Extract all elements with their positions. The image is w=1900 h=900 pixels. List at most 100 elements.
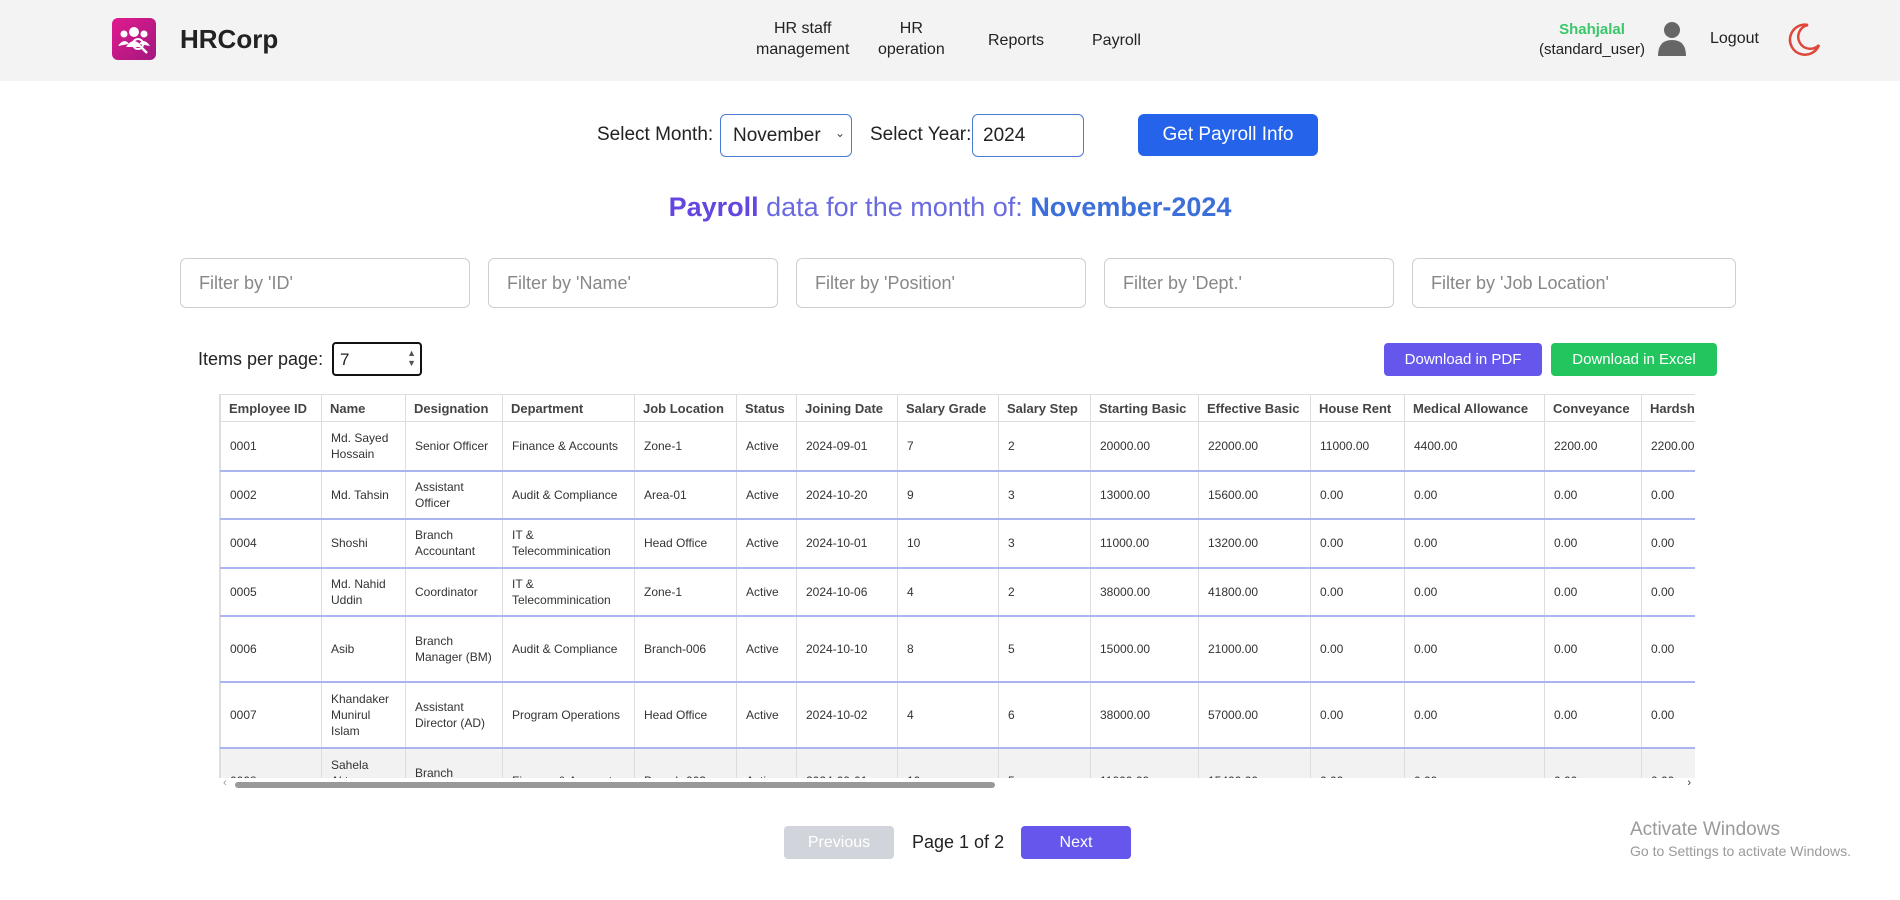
table-cell: 0.00 xyxy=(1404,470,1545,520)
payroll-table-container: Employee ID Name Designation Department Job … xyxy=(219,394,1695,778)
table-cell: Head Office xyxy=(634,681,737,749)
table-cell: Assistant Director (AD) xyxy=(405,681,503,749)
table-cell: 15000.00 xyxy=(1090,615,1199,683)
scrollbar-thumb[interactable] xyxy=(235,782,995,788)
table-cell: 15400.00 xyxy=(1198,747,1311,778)
download-pdf-button[interactable]: Download in PDF xyxy=(1384,343,1542,376)
table-cell: 0.00 xyxy=(1641,747,1695,778)
nav-item-hr-staff-management[interactable]: HR staff management xyxy=(756,18,849,60)
download-excel-button[interactable]: Download in Excel xyxy=(1551,343,1717,376)
column-header: Joining Date xyxy=(796,394,898,422)
table-horizontal-scrollbar[interactable]: ‹ › xyxy=(219,777,1695,791)
table-row[interactable]: 0001 Md. Sayed Hossain Senior Officer Finan… xyxy=(220,421,1695,472)
table-cell: IT & Telecomminication xyxy=(502,518,635,569)
page-indicator: Page 1 of 2 xyxy=(912,832,1005,852)
stepper-icon[interactable]: ▲ ▼ xyxy=(407,348,416,368)
table-cell: 0.00 xyxy=(1641,518,1695,569)
table-row[interactable]: 0004 Shoshi Branch Accountant IT & Telecomm… xyxy=(220,518,1695,569)
table-cell: 0.00 xyxy=(1544,747,1642,778)
table-cell: 0.00 xyxy=(1544,470,1642,520)
column-header: Salary Grade xyxy=(897,394,999,422)
filter-job-location-input[interactable]: Filter by 'Job Location' xyxy=(1412,258,1736,308)
get-payroll-info-button[interactable]: Get Payroll Info xyxy=(1138,114,1318,156)
nav-item-label: Reports xyxy=(988,32,1045,49)
table-cell: Active xyxy=(736,518,797,569)
table-cell: Head Office xyxy=(634,518,737,569)
table-cell: Audit & Compliance xyxy=(502,615,635,683)
nav-item-payroll[interactable]: Payroll xyxy=(1092,30,1141,51)
page-title-part1: Payroll xyxy=(668,192,759,222)
chevron-down-icon: ⌄ xyxy=(834,126,845,140)
table-cell: 0001 xyxy=(220,421,322,472)
table-cell: 2200.00 xyxy=(1544,421,1642,472)
table-cell: 8 xyxy=(897,615,999,683)
month-select-value: November xyxy=(733,125,821,146)
table-cell: 0007 xyxy=(220,681,322,749)
filter-position-input[interactable]: Filter by 'Position' xyxy=(796,258,1086,308)
table-cell: 0.00 xyxy=(1404,747,1545,778)
year-input[interactable]: 2024 xyxy=(972,114,1084,157)
table-cell: Shoshi xyxy=(321,518,406,569)
brand-logo-icon[interactable] xyxy=(112,18,156,60)
table-row[interactable]: 0006 Asib Branch Manager (BM) Audit & Compl… xyxy=(220,615,1695,683)
table-cell: Program Operations xyxy=(502,681,635,749)
column-header: Conveyance xyxy=(1544,394,1642,422)
table-cell: Audit & Compliance xyxy=(502,470,635,520)
table-cell: Active xyxy=(736,747,797,778)
column-header: Job Location xyxy=(634,394,737,422)
table-row[interactable]: 0005 Md. Nahid Uddin Coordinator IT & Telec… xyxy=(220,567,1695,617)
filter-id-input[interactable]: Filter by 'ID' xyxy=(180,258,470,308)
previous-button[interactable]: Previous xyxy=(784,826,894,859)
scroll-right-icon[interactable]: › xyxy=(1687,777,1691,789)
table-cell: 10 xyxy=(897,518,999,569)
table-cell: 5 xyxy=(998,747,1091,778)
column-header: Hardship xyxy=(1641,394,1695,422)
items-per-page-input[interactable]: 7 ▲ ▼ xyxy=(332,342,422,376)
table-cell: 15600.00 xyxy=(1198,470,1311,520)
table-cell: 0.00 xyxy=(1641,681,1695,749)
table-row[interactable]: 0007 Khandaker Munirul Islam Assistant Dir… xyxy=(220,681,1695,749)
table-cell: 5 xyxy=(998,615,1091,683)
month-select[interactable]: November ⌄ xyxy=(720,114,852,157)
column-header: Medical Allowance xyxy=(1404,394,1545,422)
table-cell: 0.00 xyxy=(1544,518,1642,569)
column-header: Designation xyxy=(405,394,503,422)
nav-item-hr-operation[interactable]: HR operation xyxy=(878,18,945,60)
scroll-left-icon[interactable]: ‹ xyxy=(223,777,227,789)
table-row[interactable]: 0008Sahela Akter RumanaBranch Accountant… xyxy=(220,747,1695,778)
user-avatar-icon[interactable] xyxy=(1657,20,1687,56)
table-cell: 0.00 xyxy=(1404,567,1545,617)
activate-windows-title: Activate Windows xyxy=(1630,819,1780,840)
column-header: Effective Basic xyxy=(1198,394,1311,422)
select-month-label: Select Month: xyxy=(597,124,714,145)
table-cell: 2024-10-10 xyxy=(796,615,898,683)
nav-item-label: operation xyxy=(878,41,945,58)
logout-link[interactable]: Logout xyxy=(1710,30,1759,48)
nav-item-label: HR xyxy=(899,20,923,37)
filter-dept-input[interactable]: Filter by 'Dept.' xyxy=(1104,258,1394,308)
table-cell: 0.00 xyxy=(1310,747,1405,778)
dark-mode-moon-icon[interactable] xyxy=(1786,21,1822,57)
table-cell: 0.00 xyxy=(1404,615,1545,683)
table-cell: 2024-10-06 xyxy=(796,567,898,617)
table-cell: 2024-10-02 xyxy=(796,681,898,749)
table-cell: 0.00 xyxy=(1641,470,1695,520)
page-title: Payroll data for the month of: November-… xyxy=(0,192,1900,223)
items-per-page-label: Items per page: xyxy=(198,349,324,369)
nav-item-reports[interactable]: Reports xyxy=(988,30,1044,51)
table-cell: 13000.00 xyxy=(1090,470,1199,520)
filter-name-input[interactable]: Filter by 'Name' xyxy=(488,258,778,308)
items-per-page-value: 7 xyxy=(340,350,350,369)
table-cell: 0.00 xyxy=(1404,681,1545,749)
table-cell: 0.00 xyxy=(1544,681,1642,749)
table-cell: 38000.00 xyxy=(1090,681,1199,749)
next-button[interactable]: Next xyxy=(1021,826,1131,859)
payroll-table: Employee ID Name Designation Department Job … xyxy=(220,394,1695,778)
table-cell: Finance & Accounts xyxy=(502,421,635,472)
table-row[interactable]: 0002 Md. Tahsin Assistant Officer Audit & C… xyxy=(220,470,1695,520)
table-cell: 2 xyxy=(998,421,1091,472)
table-cell: 0006 xyxy=(220,615,322,683)
table-cell: 7 xyxy=(897,421,999,472)
select-year-label: Select Year: xyxy=(870,124,972,145)
table-cell: 41800.00 xyxy=(1198,567,1311,617)
